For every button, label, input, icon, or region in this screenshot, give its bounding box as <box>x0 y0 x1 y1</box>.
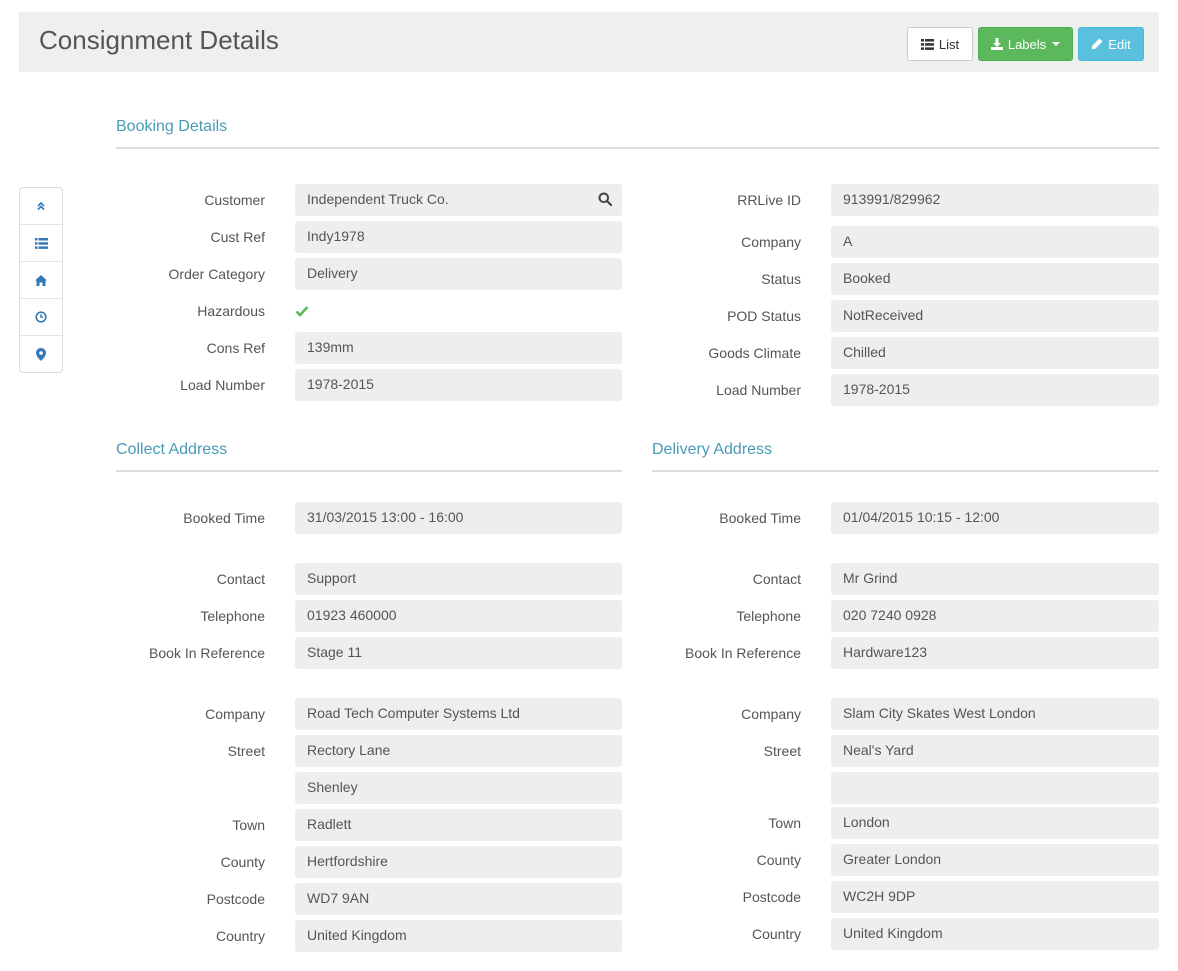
load-number-field[interactable]: 1978-2015 <box>831 374 1159 406</box>
clock-icon <box>35 311 47 323</box>
side-navigation <box>19 187 63 373</box>
collect-contact-field[interactable]: Support <box>295 563 622 595</box>
collect-country-field[interactable]: United Kingdom <box>295 920 622 952</box>
collect-county-field[interactable]: Hertfordshire <box>295 846 622 878</box>
delivery-county-label: County <box>756 852 801 868</box>
collect-town-label: Town <box>232 817 265 833</box>
edit-button[interactable]: Edit <box>1078 27 1144 61</box>
section-divider <box>652 470 1159 472</box>
delivery-telephone-label: Telephone <box>736 608 801 624</box>
company-label: Company <box>741 234 801 250</box>
collect-company-field[interactable]: Road Tech Computer Systems Ltd <box>295 698 622 730</box>
delivery-town-field[interactable]: London <box>831 807 1159 839</box>
collect-company-label: Company <box>205 706 265 722</box>
customer-value: Independent Truck Co. <box>307 191 449 207</box>
chevron-double-up-icon <box>37 201 45 211</box>
collect-country-label: Country <box>215 928 265 944</box>
delivery-postcode-field[interactable]: WC2H 9DP <box>831 881 1159 913</box>
caret-down-icon <box>1052 42 1061 46</box>
delivery-company-field[interactable]: Slam City Skates West London <box>831 698 1159 730</box>
section-divider <box>116 470 622 472</box>
delivery-booked-time-label: Booked Time <box>719 510 801 526</box>
nav-scroll-top[interactable] <box>20 188 62 225</box>
collect-telephone-label: Telephone <box>200 608 265 624</box>
delivery-country-label: Country <box>751 926 801 942</box>
collect-postcode-label: Postcode <box>206 891 265 907</box>
collect-booked-time-field[interactable]: 31/03/2015 13:00 - 16:00 <box>295 502 622 534</box>
collect-street2-field[interactable]: Shenley <box>295 772 622 804</box>
collect-street-field[interactable]: Rectory Lane <box>295 735 622 767</box>
order-category-label: Order Category <box>168 266 265 282</box>
list-icon <box>34 237 48 249</box>
page-title: Consignment Details <box>39 25 279 55</box>
delivery-address-heading: Delivery Address <box>652 441 773 458</box>
collect-street-label: Street <box>227 743 265 759</box>
search-icon[interactable] <box>598 192 612 206</box>
collect-booked-time-label: Booked Time <box>183 510 265 526</box>
list-button[interactable]: List <box>907 27 973 61</box>
delivery-country-field[interactable]: United Kingdom <box>831 918 1159 950</box>
collect-town-field[interactable]: Radlett <box>295 809 622 841</box>
cons-ref-label: Cons Ref <box>206 340 265 356</box>
goods-climate-field[interactable]: Chilled <box>831 337 1159 369</box>
collect-address-heading: Collect Address <box>116 441 228 458</box>
list-icon <box>920 38 934 50</box>
rrlive-id-label: RRLive ID <box>737 192 801 208</box>
pod-status-field[interactable]: NotReceived <box>831 300 1159 332</box>
load-number-label: Load Number <box>716 382 801 398</box>
delivery-telephone-field[interactable]: 020 7240 0928 <box>831 600 1159 632</box>
cust-ref-label: Cust Ref <box>210 229 265 245</box>
load-number-label: Load Number <box>180 377 265 393</box>
hazardous-label: Hazardous <box>197 303 265 319</box>
labels-dropdown-button[interactable]: Labels <box>978 27 1073 61</box>
delivery-book-in-ref-field[interactable]: Hardware123 <box>831 637 1159 669</box>
collect-book-in-ref-field[interactable]: Stage 11 <box>295 637 622 669</box>
check-icon <box>295 306 309 317</box>
cons-ref-field[interactable]: 139mm <box>295 332 622 364</box>
company-field[interactable]: A <box>831 226 1159 258</box>
customer-field[interactable]: Independent Truck Co. <box>295 184 622 216</box>
status-label: Status <box>761 271 801 287</box>
cust-ref-field[interactable]: Indy1978 <box>295 221 622 253</box>
order-category-field[interactable]: Delivery <box>295 258 622 290</box>
delivery-booked-time-field[interactable]: 01/04/2015 10:15 - 12:00 <box>831 502 1159 534</box>
delivery-company-label: Company <box>741 706 801 722</box>
page-header: Consignment Details List Labels Edit <box>19 12 1159 72</box>
nav-times[interactable] <box>20 299 62 336</box>
home-icon <box>35 274 47 286</box>
collect-contact-label: Contact <box>216 571 265 587</box>
map-marker-icon <box>36 348 46 361</box>
collect-telephone-field[interactable]: 01923 460000 <box>295 600 622 632</box>
delivery-street-label: Street <box>763 743 801 759</box>
download-icon <box>990 38 1003 50</box>
booking-details-heading: Booking Details <box>116 118 228 135</box>
rrlive-id-field[interactable]: 913991/829962 <box>831 184 1159 216</box>
nav-home[interactable] <box>20 262 62 299</box>
nav-booking-details[interactable] <box>20 225 62 262</box>
pod-status-label: POD Status <box>727 308 801 324</box>
delivery-town-label: Town <box>768 815 801 831</box>
delivery-postcode-label: Postcode <box>742 889 801 905</box>
collect-book-in-ref-label: Book In Reference <box>149 645 265 661</box>
nav-addresses[interactable] <box>20 336 62 373</box>
pencil-icon <box>1092 38 1103 49</box>
section-divider <box>116 147 1159 149</box>
labels-button-label: Labels <box>1007 36 1047 52</box>
list-button-label: List <box>938 36 960 52</box>
goods-climate-label: Goods Climate <box>708 345 801 361</box>
delivery-county-field[interactable]: Greater London <box>831 844 1159 876</box>
delivery-contact-label: Contact <box>752 571 801 587</box>
collect-postcode-field[interactable]: WD7 9AN <box>295 883 622 915</box>
collect-county-label: County <box>220 854 265 870</box>
status-field[interactable]: Booked <box>831 263 1159 295</box>
edit-button-label: Edit <box>1108 36 1131 52</box>
delivery-book-in-ref-label: Book In Reference <box>685 645 801 661</box>
load-number-field[interactable]: 1978-2015 <box>295 369 622 401</box>
delivery-street2-field[interactable] <box>831 772 1159 804</box>
customer-label: Customer <box>204 192 265 208</box>
delivery-contact-field[interactable]: Mr Grind <box>831 563 1159 595</box>
delivery-street-field[interactable]: Neal's Yard <box>831 735 1159 767</box>
